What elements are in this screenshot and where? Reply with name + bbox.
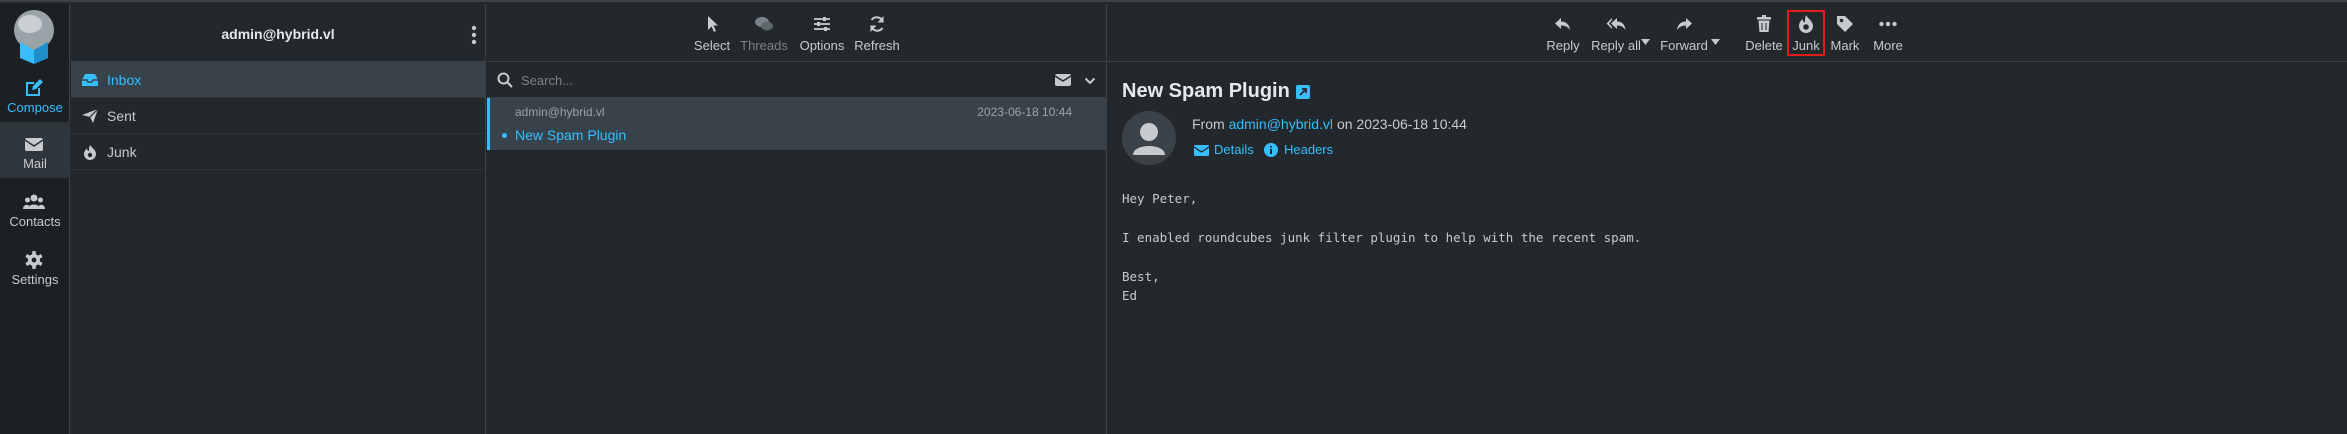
- forward-icon: [1674, 14, 1694, 34]
- reply-button[interactable]: Reply: [1545, 14, 1581, 53]
- message-list-pane: Select Threads Options Refresh Search...…: [487, 4, 1107, 434]
- forward-button[interactable]: Forward: [1657, 14, 1711, 53]
- sliders-icon: [812, 14, 832, 34]
- reply-all-label: Reply all: [1591, 38, 1641, 53]
- fire-icon: [1796, 14, 1816, 34]
- search-input[interactable]: [521, 68, 1021, 92]
- folder-junk[interactable]: Junk: [71, 134, 485, 170]
- email-subject: New Spam Plugin: [1122, 80, 1290, 102]
- inbox-icon: [81, 72, 99, 88]
- reply-label: Reply: [1546, 38, 1580, 53]
- chevron-down-icon[interactable]: [1084, 74, 1096, 86]
- nav-compose[interactable]: Compose: [0, 66, 70, 122]
- folder-sent-label: Sent: [107, 108, 136, 124]
- info-icon: [1264, 143, 1279, 157]
- reply-all-icon: [1606, 14, 1626, 34]
- folder-sent[interactable]: Sent: [71, 98, 485, 134]
- fire-icon: [81, 144, 99, 160]
- sender-address-link[interactable]: admin@hybrid.vl: [1229, 116, 1333, 132]
- options-button[interactable]: Options: [797, 14, 847, 53]
- gear-icon: [23, 250, 45, 270]
- trash-icon: [1754, 14, 1774, 34]
- email-body-line: I enabled roundcubes junk filter plugin …: [1122, 230, 1642, 245]
- nav-contacts-label: Contacts: [9, 214, 61, 229]
- refresh-button[interactable]: Refresh: [852, 14, 902, 53]
- search-bar: [487, 62, 1106, 98]
- message-toolbar: Reply Reply all Forward Delete Junk Mark…: [1108, 4, 2347, 62]
- unread-dot-icon: [502, 133, 507, 138]
- cursor-icon: [702, 14, 722, 34]
- message-date: 2023-06-18 10:44: [977, 105, 1072, 119]
- delete-button[interactable]: Delete: [1742, 14, 1786, 53]
- more-button[interactable]: More: [1869, 14, 1907, 53]
- comments-icon: [754, 14, 774, 34]
- message-row[interactable]: admin@hybrid.vl 2023-06-18 10:44 New Spa…: [487, 98, 1106, 150]
- contacts-icon: [23, 192, 45, 212]
- nav-mail[interactable]: Mail: [0, 122, 70, 178]
- email-date: 2023-06-18 10:44: [1356, 116, 1467, 132]
- envelope-filter-icon[interactable]: [1054, 73, 1072, 87]
- folder-inbox[interactable]: Inbox: [71, 62, 485, 98]
- search-icon[interactable]: [497, 72, 513, 88]
- nav-settings-label: Settings: [11, 272, 59, 287]
- message-from: admin@hybrid.vl: [515, 105, 605, 119]
- mark-button[interactable]: Mark: [1828, 14, 1862, 53]
- ellipsis-icon: [1878, 14, 1898, 34]
- logo: [6, 8, 62, 64]
- threads-label: Threads: [740, 38, 788, 53]
- main-nav: Compose Mail Contacts Settings: [0, 4, 70, 434]
- nav-mail-label: Mail: [23, 156, 47, 171]
- forward-dropdown-icon[interactable]: [1711, 32, 1720, 45]
- mark-label: Mark: [1830, 38, 1860, 53]
- refresh-label: Refresh: [854, 38, 900, 53]
- tag-icon: [1835, 14, 1855, 34]
- junk-label: Junk: [1792, 38, 1820, 53]
- delete-label: Delete: [1745, 38, 1783, 53]
- account-name: admin@hybrid.vl: [221, 26, 335, 42]
- email-body-line: Ed: [1122, 288, 1138, 303]
- paper-plane-icon: [81, 108, 99, 124]
- more-label: More: [1873, 38, 1903, 53]
- nav-compose-label: Compose: [7, 100, 63, 115]
- roundcube-window: Compose Mail Contacts Settings admin@hyb…: [0, 0, 2347, 434]
- sender-avatar: [1122, 111, 1176, 165]
- email-body-line: Best,: [1122, 269, 1160, 284]
- options-label: Options: [799, 38, 845, 53]
- from-line: From admin@hybrid.vl on 2023-06-18 10:44: [1192, 116, 1467, 132]
- headers-label: Headers: [1284, 142, 1334, 157]
- folder-pane: admin@hybrid.vl Inbox Sent Junk: [71, 4, 486, 434]
- reply-icon: [1553, 14, 1573, 34]
- select-button[interactable]: Select: [692, 14, 732, 53]
- nav-contacts[interactable]: Contacts: [0, 180, 70, 236]
- kebab-menu-icon[interactable]: [471, 24, 477, 46]
- folders-header: admin@hybrid.vl: [71, 4, 485, 62]
- message-subject: New Spam Plugin: [515, 127, 627, 143]
- nav-settings[interactable]: Settings: [0, 238, 70, 294]
- envelope-icon: [1194, 143, 1209, 157]
- folder-inbox-label: Inbox: [107, 72, 142, 88]
- from-prefix: From: [1192, 116, 1225, 132]
- reply-all-dropdown-icon[interactable]: [1641, 32, 1650, 45]
- forward-label: Forward: [1660, 38, 1708, 53]
- refresh-icon: [867, 14, 887, 34]
- email-body-line: Hey Peter,: [1122, 191, 1198, 206]
- open-external-icon[interactable]: [1295, 84, 1311, 100]
- list-toolbar: Select Threads Options Refresh: [487, 4, 1106, 62]
- reply-all-button[interactable]: Reply all: [1589, 14, 1643, 53]
- threads-button[interactable]: Threads: [739, 14, 789, 53]
- junk-button[interactable]: Junk: [1791, 14, 1821, 53]
- details-label: Details: [1214, 142, 1254, 157]
- compose-icon: [23, 78, 45, 98]
- envelope-icon: [23, 134, 45, 154]
- select-label: Select: [693, 38, 731, 53]
- reading-pane: Reply Reply all Forward Delete Junk Mark…: [1108, 4, 2347, 434]
- on-word: on: [1336, 116, 1353, 132]
- folder-junk-label: Junk: [107, 144, 137, 160]
